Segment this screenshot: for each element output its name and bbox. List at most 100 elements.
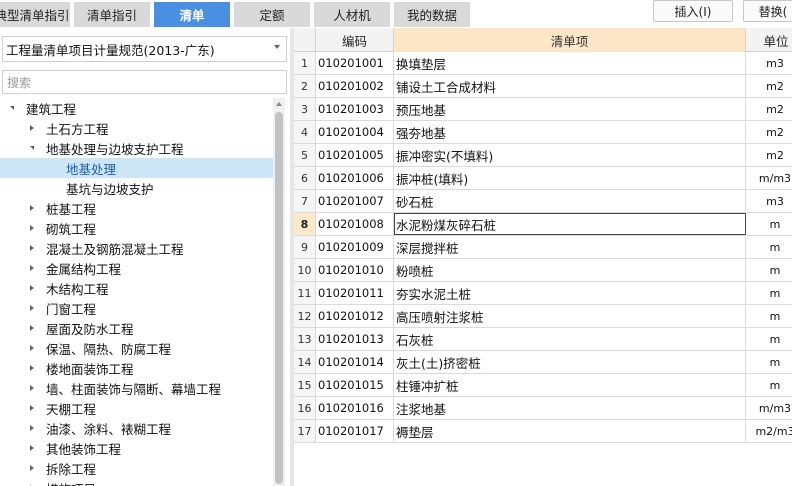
expand-arrow-icon[interactable] — [26, 142, 38, 154]
code-cell[interactable]: 010201002 — [316, 75, 394, 97]
collapse-arrow-icon[interactable] — [26, 322, 38, 334]
tab-typical-guide[interactable]: 典型清单指引 — [0, 2, 70, 27]
collapse-arrow-icon[interactable] — [26, 362, 38, 374]
collapse-arrow-icon[interactable] — [26, 122, 38, 134]
code-cell[interactable]: 010201010 — [316, 259, 394, 281]
tree-node[interactable]: 门窗工程 — [0, 298, 273, 318]
name-cell[interactable]: 换填垫层 — [394, 52, 746, 74]
name-cell[interactable]: 预压地基 — [394, 98, 746, 120]
unit-cell[interactable]: m2 — [746, 121, 792, 143]
row-number-cell[interactable]: 2 — [294, 75, 316, 97]
tree-node[interactable]: 金属结构工程 — [0, 258, 273, 278]
unit-cell[interactable]: m2 — [746, 144, 792, 166]
tree-node[interactable]: 土石方工程 — [0, 118, 273, 138]
collapse-arrow-icon[interactable] — [26, 262, 38, 274]
tab-labor-material-machine[interactable]: 人材机 — [314, 2, 390, 27]
row-number-cell[interactable]: 17 — [294, 420, 316, 442]
tab-quota[interactable]: 定额 — [234, 2, 310, 27]
table-row[interactable]: 11 010201011 夯实水泥土桩 m — [294, 282, 792, 305]
unit-cell[interactable]: m — [746, 328, 792, 350]
name-cell[interactable]: 铺设土工合成材料 — [394, 75, 746, 97]
unit-cell[interactable]: m — [746, 282, 792, 304]
code-cell[interactable]: 010201016 — [316, 397, 394, 419]
header-code[interactable]: 编码 — [316, 28, 394, 52]
replace-button[interactable]: 替换( — [743, 0, 792, 22]
collapse-arrow-icon[interactable] — [26, 402, 38, 414]
name-cell[interactable]: 褥垫层 — [394, 420, 746, 442]
code-cell[interactable]: 010201008 — [316, 213, 394, 235]
tree-node[interactable]: 基坑与边坡支护 — [0, 178, 273, 198]
unit-cell[interactable]: m — [746, 305, 792, 327]
table-row[interactable]: 7 010201007 砂石桩 m3 — [294, 190, 792, 213]
row-number-cell[interactable]: 4 — [294, 121, 316, 143]
row-number-cell[interactable]: 16 — [294, 397, 316, 419]
tree-node[interactable]: 天棚工程 — [0, 398, 273, 418]
collapse-arrow-icon[interactable] — [26, 222, 38, 234]
tab-my-data[interactable]: 我的数据 — [394, 2, 470, 27]
name-cell[interactable]: 注浆地基 — [394, 397, 746, 419]
collapse-arrow-icon[interactable] — [26, 382, 38, 394]
unit-cell[interactable]: m — [746, 351, 792, 373]
unit-cell[interactable]: m — [746, 259, 792, 281]
name-cell[interactable]: 粉喷桩 — [394, 259, 746, 281]
chevron-down-icon[interactable] — [274, 45, 280, 49]
name-cell[interactable]: 灰土(土)挤密桩 — [394, 351, 746, 373]
search-input[interactable]: 搜索 — [2, 70, 287, 94]
table-row[interactable]: 2 010201002 铺设土工合成材料 m2 — [294, 75, 792, 98]
code-cell[interactable]: 010201013 — [316, 328, 394, 350]
code-cell[interactable]: 010201004 — [316, 121, 394, 143]
tree-node[interactable]: 措施项目 — [0, 478, 273, 486]
table-row[interactable]: 13 010201013 石灰桩 m — [294, 328, 792, 351]
unit-cell[interactable]: m — [746, 236, 792, 258]
tree-node[interactable]: 楼地面装饰工程 — [0, 358, 273, 378]
tree-node[interactable]: 地基处理 — [0, 158, 273, 178]
scrollbar-thumb[interactable] — [275, 112, 283, 484]
code-cell[interactable]: 010201011 — [316, 282, 394, 304]
code-cell[interactable]: 010201012 — [316, 305, 394, 327]
unit-cell[interactable]: m2 — [746, 75, 792, 97]
tree-node[interactable]: 油漆、涂料、裱糊工程 — [0, 418, 273, 438]
spec-select[interactable]: 工程量清单项目计量规范(2013-广东) — [2, 36, 287, 62]
row-number-cell[interactable]: 11 — [294, 282, 316, 304]
tree-node[interactable]: 地基处理与边坡支护工程 — [0, 138, 273, 158]
insert-button[interactable]: 插入(I) — [653, 0, 733, 22]
collapse-arrow-icon[interactable] — [26, 282, 38, 294]
header-name[interactable]: 清单项 — [394, 28, 746, 52]
scroll-up-icon[interactable] — [276, 102, 282, 106]
unit-cell[interactable]: m — [746, 374, 792, 396]
tree-node[interactable]: 拆除工程 — [0, 458, 273, 478]
row-number-cell[interactable]: 15 — [294, 374, 316, 396]
name-cell[interactable]: 石灰桩 — [394, 328, 746, 350]
table-row[interactable]: 6 010201006 振冲桩(填料) m/m3 — [294, 167, 792, 190]
name-cell[interactable]: 振冲密实(不填料) — [394, 144, 746, 166]
code-cell[interactable]: 010201017 — [316, 420, 394, 442]
table-row[interactable]: 1 010201001 换填垫层 m3 — [294, 52, 792, 75]
collapse-arrow-icon[interactable] — [26, 242, 38, 254]
tree-node[interactable]: 砌筑工程 — [0, 218, 273, 238]
row-number-cell[interactable]: 8 — [294, 213, 316, 235]
code-cell[interactable]: 010201015 — [316, 374, 394, 396]
table-row[interactable]: 5 010201005 振冲密实(不填料) m2 — [294, 144, 792, 167]
row-number-cell[interactable]: 12 — [294, 305, 316, 327]
tree-node[interactable]: 混凝土及钢筋混凝土工程 — [0, 238, 273, 258]
name-cell[interactable]: 夯实水泥土桩 — [394, 282, 746, 304]
row-number-cell[interactable]: 13 — [294, 328, 316, 350]
row-number-cell[interactable]: 6 — [294, 167, 316, 189]
name-cell[interactable]: 砂石桩 — [394, 190, 746, 212]
table-row[interactable]: 16 010201016 注浆地基 m/m3 — [294, 397, 792, 420]
tree-scrollbar[interactable] — [273, 98, 285, 486]
name-cell[interactable]: 水泥粉煤灰碎石桩 — [394, 213, 746, 235]
table-row[interactable]: 12 010201012 高压喷射注浆桩 m — [294, 305, 792, 328]
name-cell[interactable]: 强夯地基 — [394, 121, 746, 143]
code-cell[interactable]: 010201014 — [316, 351, 394, 373]
tree-node[interactable]: 建筑工程 — [0, 98, 273, 118]
unit-cell[interactable]: m2/m3 — [746, 420, 792, 442]
collapse-arrow-icon[interactable] — [26, 482, 38, 486]
unit-cell[interactable]: m — [746, 213, 792, 235]
tab-bill[interactable]: 清单 — [154, 2, 230, 27]
collapse-arrow-icon[interactable] — [26, 462, 38, 474]
tab-bill-guide[interactable]: 清单指引 — [74, 2, 150, 27]
collapse-arrow-icon[interactable] — [26, 202, 38, 214]
row-number-cell[interactable]: 9 — [294, 236, 316, 258]
unit-cell[interactable]: m/m3 — [746, 397, 792, 419]
